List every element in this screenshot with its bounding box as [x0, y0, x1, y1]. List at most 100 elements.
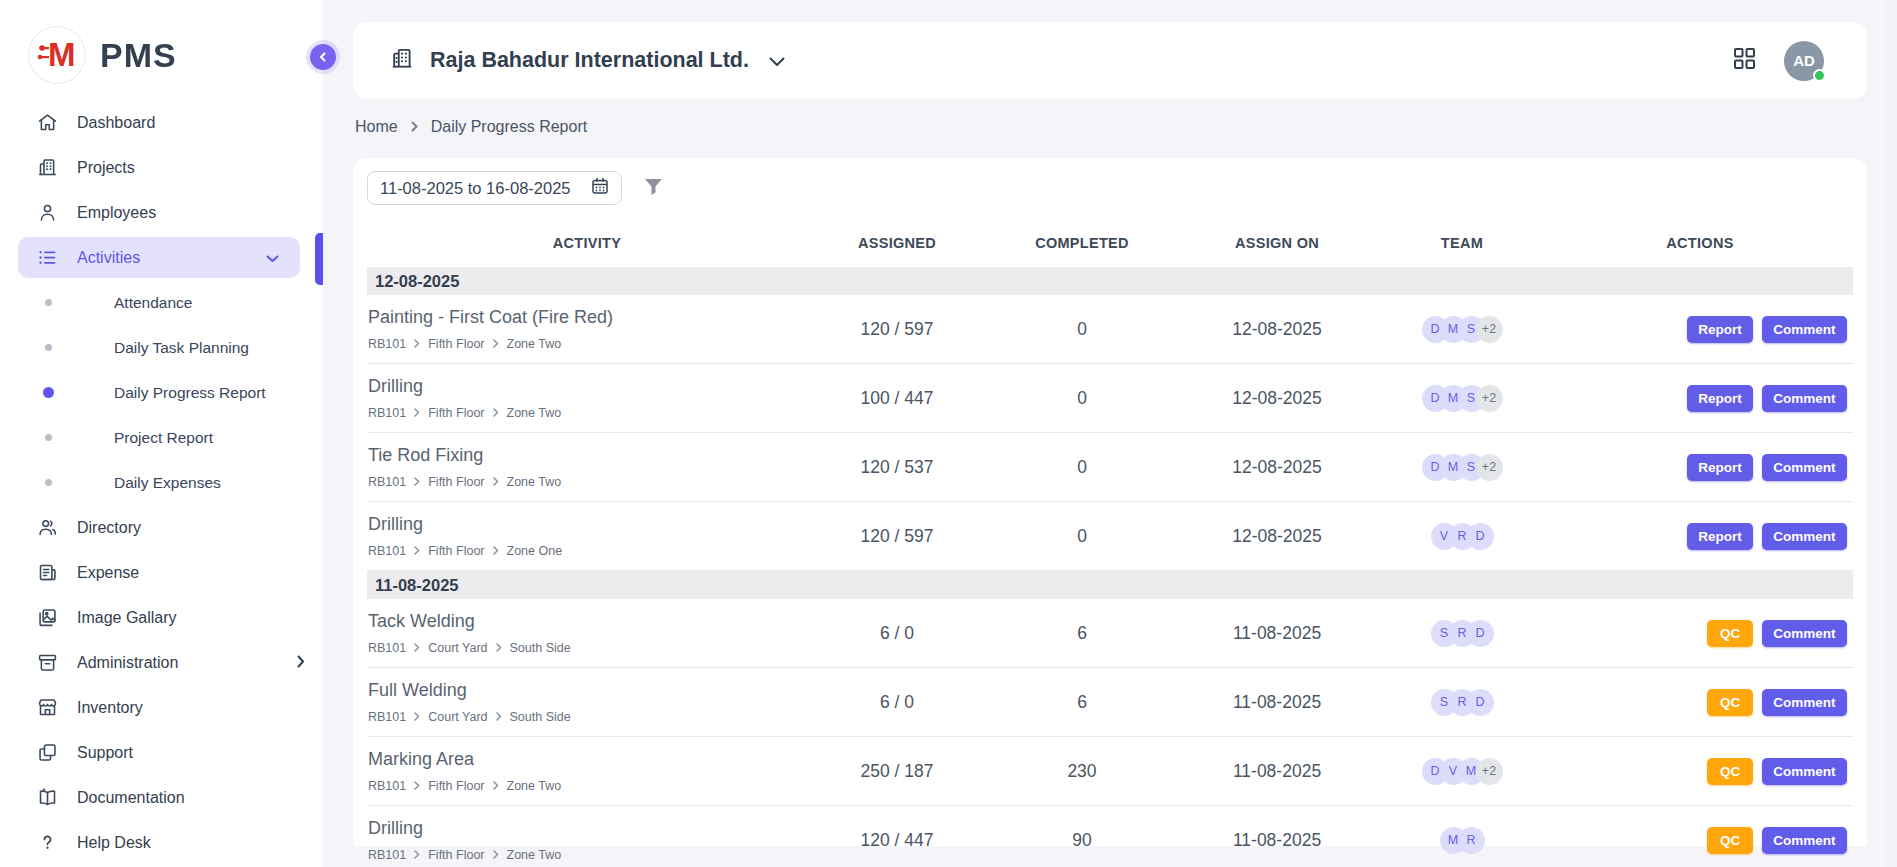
book-icon	[37, 787, 58, 808]
chevron-right-icon	[297, 654, 305, 672]
actions-cell: QC Comment	[1547, 620, 1853, 647]
chevron-right-icon	[414, 544, 420, 558]
team-avatar[interactable]: D	[1467, 689, 1494, 716]
comment-button[interactable]: Comment	[1762, 385, 1847, 412]
col-team: TEAM	[1377, 235, 1547, 251]
brand-name: PMS	[100, 36, 177, 75]
receipt-icon	[37, 562, 58, 583]
sidebar-item-help-desk[interactable]: Help Desk	[0, 820, 323, 865]
gallery-icon	[37, 607, 58, 628]
path-segment: Court Yard	[428, 641, 487, 655]
sidebar-subitem-label: Attendance	[114, 294, 192, 312]
sidebar-item-employees[interactable]: Employees	[0, 190, 323, 235]
sidebar-item-label: Activities	[77, 249, 140, 267]
sidebar-item-dashboard[interactable]: Dashboard	[0, 100, 323, 145]
table-header-row: ACTIVITY ASSIGNED COMPLETED ASSIGN ON TE…	[367, 205, 1853, 267]
team-cell: MR	[1377, 827, 1547, 854]
qc-button[interactable]: QC	[1707, 758, 1753, 785]
team-avatar-more[interactable]: +2	[1476, 385, 1503, 412]
team-avatar-more[interactable]: +2	[1476, 454, 1503, 481]
team-cell: SRD	[1377, 620, 1547, 647]
comment-button[interactable]: Comment	[1762, 827, 1847, 854]
path-segment: RB101	[368, 337, 406, 351]
path-segment: Fifth Floor	[428, 337, 484, 351]
sidebar-item-directory[interactable]: Directory	[0, 505, 323, 550]
copy-icon	[37, 742, 58, 763]
sidebar-subitem-label: Daily Expenses	[114, 474, 221, 492]
actions-cell: Report Comment	[1547, 316, 1853, 343]
report-button[interactable]: Report	[1687, 385, 1753, 412]
col-activity: ACTIVITY	[367, 235, 807, 251]
scrollbar[interactable]	[1886, 0, 1897, 867]
path-segment: Fifth Floor	[428, 544, 484, 558]
sidebar-subitem-label: Daily Task Planning	[114, 339, 249, 357]
date-range-input[interactable]: 11-08-2025 to 16-08-2025	[367, 171, 622, 205]
report-button[interactable]: Report	[1687, 523, 1753, 550]
activity-path: RB101Fifth FloorZone Two	[368, 406, 807, 420]
team-avatar-more[interactable]: +2	[1476, 316, 1503, 343]
sidebar-item-support[interactable]: Support	[0, 730, 323, 775]
chevron-down-icon	[266, 249, 279, 267]
sidebar-item-activities[interactable]: Activities	[18, 237, 300, 278]
sidebar-item-label: Help Desk	[77, 834, 151, 852]
sidebar-subitem-daily-task-planning[interactable]: Daily Task Planning	[0, 325, 323, 370]
sidebar: M PMS DashboardProjectsEmployeesActiviti…	[0, 0, 323, 867]
assigned-value: 6 / 0	[807, 692, 987, 713]
sidebar-subitem-daily-expenses[interactable]: Daily Expenses	[0, 460, 323, 505]
path-segment: Fifth Floor	[428, 779, 484, 793]
sidebar-item-expense[interactable]: Expense	[0, 550, 323, 595]
sidebar-item-inventory[interactable]: Inventory	[0, 685, 323, 730]
activity-cell: Tack WeldingRB101Court YardSouth Side	[367, 611, 807, 655]
chevron-down-icon	[769, 48, 785, 73]
active-item-accent-bar	[315, 233, 323, 285]
qc-button[interactable]: QC	[1707, 620, 1753, 647]
filter-icon[interactable]	[643, 176, 664, 201]
assigned-value: 120 / 597	[807, 526, 987, 547]
path-segment: Zone Two	[507, 779, 562, 793]
team-avatar-more[interactable]: +2	[1476, 758, 1503, 785]
sidebar-subitem-attendance[interactable]: Attendance	[0, 280, 323, 325]
sidebar-collapse-button[interactable]	[310, 44, 336, 70]
apps-grid-icon[interactable]	[1733, 47, 1756, 74]
report-button[interactable]: Report	[1687, 454, 1753, 481]
sidebar-menu: Dashboard Projects Employees Activities Atte…	[0, 100, 323, 865]
qc-button[interactable]: QC	[1707, 689, 1753, 716]
sidebar-subitem-project-report[interactable]: Project Report	[0, 415, 323, 460]
sidebar-item-label: Projects	[77, 159, 135, 177]
content-card: 11-08-2025 to 16-08-2025 ACTIVITY ASSIGN…	[353, 158, 1867, 846]
online-status-dot	[1813, 69, 1826, 82]
building-icon	[389, 45, 415, 77]
path-segment: South Side	[510, 710, 571, 724]
sidebar-subitem-daily-progress-report[interactable]: Daily Progress Report	[0, 370, 323, 415]
comment-button[interactable]: Comment	[1762, 689, 1847, 716]
team-avatar[interactable]: D	[1467, 620, 1494, 647]
comment-button[interactable]: Comment	[1762, 758, 1847, 785]
breadcrumb-home[interactable]: Home	[355, 118, 398, 136]
comment-button[interactable]: Comment	[1762, 316, 1847, 343]
comment-button[interactable]: Comment	[1762, 620, 1847, 647]
sidebar-item-image-gallary[interactable]: Image Gallary	[0, 595, 323, 640]
user-avatar[interactable]: AD	[1784, 41, 1824, 81]
breadcrumb-current: Daily Progress Report	[431, 118, 588, 136]
chevron-right-icon	[496, 641, 502, 655]
comment-button[interactable]: Comment	[1762, 523, 1847, 550]
team-avatar[interactable]: D	[1467, 523, 1494, 550]
sidebar-subitem-label: Project Report	[114, 429, 213, 447]
sidebar-item-documentation[interactable]: Documentation	[0, 775, 323, 820]
completed-value: 0	[987, 457, 1177, 478]
sidebar-item-administration[interactable]: Administration	[0, 640, 323, 685]
assigned-value: 120 / 447	[807, 830, 987, 851]
bullet-icon	[45, 434, 52, 441]
team-avatar[interactable]: R	[1458, 827, 1485, 854]
chevron-right-icon	[493, 475, 499, 489]
qc-button[interactable]: QC	[1707, 827, 1753, 854]
activity-path: RB101Court YardSouth Side	[368, 641, 807, 655]
team-cell: DMS+2	[1377, 316, 1547, 343]
sidebar-item-projects[interactable]: Projects	[0, 145, 323, 190]
company-selector[interactable]: Raja Bahadur International Ltd.	[389, 45, 785, 77]
sidebar-item-label: Directory	[77, 519, 141, 537]
report-button[interactable]: Report	[1687, 316, 1753, 343]
assign-on-value: 12-08-2025	[1177, 457, 1377, 478]
comment-button[interactable]: Comment	[1762, 454, 1847, 481]
team-cell: SRD	[1377, 689, 1547, 716]
